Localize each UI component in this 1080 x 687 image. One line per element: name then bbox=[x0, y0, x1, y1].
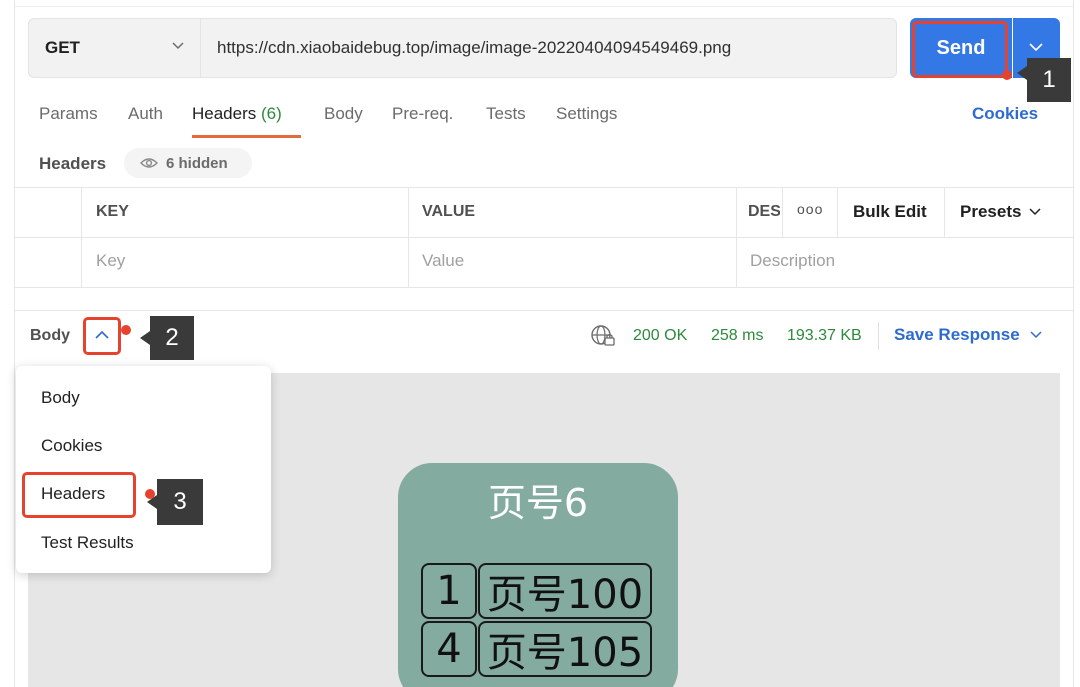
eye-icon bbox=[140, 157, 158, 169]
cookies-link[interactable]: Cookies bbox=[972, 104, 1038, 124]
tab-tests[interactable]: Tests bbox=[486, 104, 526, 124]
save-response-label: Save Response bbox=[894, 325, 1020, 345]
preview-cell-number: 1 bbox=[421, 563, 477, 619]
top-divider bbox=[14, 6, 1074, 7]
chevron-down-icon bbox=[1029, 42, 1043, 52]
column-header-value: VALUE bbox=[422, 203, 475, 221]
preview-cell-page: 页号105 bbox=[478, 621, 652, 677]
response-status: 200 OK bbox=[633, 327, 687, 345]
table-col-divider bbox=[736, 187, 737, 287]
headers-highlight-box bbox=[22, 472, 136, 518]
tab-params[interactable]: Params bbox=[39, 104, 98, 124]
hidden-headers-toggle[interactable]: 6 hidden bbox=[124, 148, 252, 178]
headers-section-title: Headers bbox=[39, 154, 106, 174]
menu-item-body[interactable]: Body bbox=[41, 388, 80, 408]
response-time: 258 ms bbox=[711, 327, 763, 345]
menu-item-test-results[interactable]: Test Results bbox=[41, 533, 134, 553]
frame-left-border bbox=[14, 0, 15, 687]
tab-pre-request[interactable]: Pre-req. bbox=[392, 104, 453, 124]
bulk-edit-button[interactable]: Bulk Edit bbox=[853, 202, 927, 222]
frame-right-border bbox=[1073, 0, 1074, 687]
table-col-divider bbox=[837, 187, 838, 237]
table-bottom-border bbox=[14, 287, 1074, 288]
highlight-dot bbox=[121, 325, 131, 335]
tab-headers-count: (6) bbox=[261, 104, 282, 123]
chevron-down-icon bbox=[1030, 331, 1042, 339]
response-body-label: Body bbox=[30, 327, 70, 345]
step-number: 3 bbox=[173, 488, 186, 516]
preview-cell-page: 页号100 bbox=[478, 563, 652, 619]
tab-settings[interactable]: Settings bbox=[556, 104, 617, 124]
status-separator bbox=[878, 322, 879, 350]
description-input[interactable]: Description bbox=[750, 251, 835, 271]
step-number: 2 bbox=[165, 324, 178, 352]
chevron-down-icon bbox=[1029, 208, 1041, 216]
response-size: 193.37 KB bbox=[787, 327, 862, 345]
chevron-down-icon bbox=[172, 39, 184, 51]
table-col-divider bbox=[782, 187, 783, 237]
globe-lock-icon bbox=[590, 324, 616, 348]
step-marker-3: 3 bbox=[157, 479, 203, 525]
tab-body[interactable]: Body bbox=[324, 104, 363, 124]
response-view-toggle[interactable] bbox=[83, 317, 121, 355]
table-col-divider bbox=[944, 187, 945, 237]
method-select[interactable]: GET bbox=[28, 18, 201, 78]
tab-auth[interactable]: Auth bbox=[128, 104, 163, 124]
method-label: GET bbox=[45, 38, 80, 58]
hidden-count-label: 6 hidden bbox=[166, 155, 228, 172]
highlight-dot bbox=[1002, 70, 1012, 80]
step-marker-2: 2 bbox=[150, 316, 194, 360]
save-response-button[interactable]: Save Response bbox=[894, 325, 1042, 345]
value-input[interactable]: Value bbox=[422, 251, 464, 271]
tab-headers[interactable]: Headers (6) bbox=[192, 104, 282, 124]
step-number: 1 bbox=[1042, 66, 1055, 94]
more-options-button[interactable]: ooo bbox=[797, 201, 823, 217]
column-header-description: DES bbox=[748, 203, 780, 221]
section-divider bbox=[14, 310, 1074, 311]
menu-item-cookies[interactable]: Cookies bbox=[41, 436, 102, 456]
preview-cell-number: 4 bbox=[421, 621, 477, 677]
url-input[interactable]: https://cdn.xiaobaidebug.top/image/image… bbox=[201, 18, 897, 78]
presets-dropdown[interactable]: Presets bbox=[960, 202, 1041, 222]
chevron-up-icon bbox=[95, 330, 109, 340]
active-tab-indicator bbox=[192, 135, 301, 138]
preview-image-title: 页号6 bbox=[398, 472, 678, 527]
step-marker-1: 1 bbox=[1027, 58, 1071, 102]
presets-label: Presets bbox=[960, 202, 1021, 222]
table-header-border bbox=[14, 237, 1074, 238]
table-top-border bbox=[14, 187, 1074, 188]
table-col-divider bbox=[408, 187, 409, 287]
column-header-key: KEY bbox=[96, 203, 129, 221]
send-highlight-box bbox=[912, 21, 1008, 78]
tab-headers-label: Headers bbox=[192, 104, 256, 123]
table-col-divider bbox=[81, 187, 82, 287]
key-input[interactable]: Key bbox=[96, 251, 125, 271]
